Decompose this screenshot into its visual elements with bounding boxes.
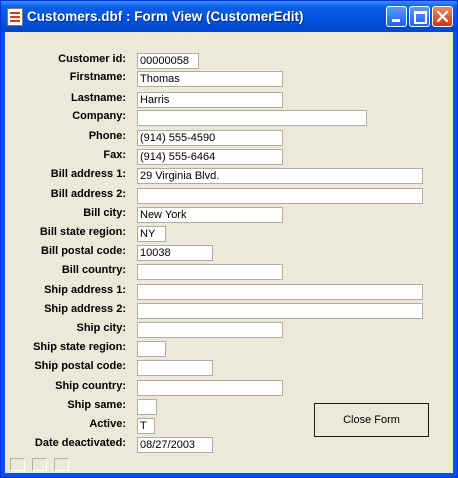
ship-country-field[interactable] [137, 380, 283, 396]
close-icon [436, 10, 449, 23]
label-bill-state-region: Bill state region: [39, 226, 126, 238]
label-ship-state-region: Ship state region: [33, 341, 126, 353]
label-ship-address-2: Ship address 2: [44, 303, 126, 315]
label-ship-address-1: Ship address 1: [44, 284, 126, 296]
close-window-button[interactable] [432, 6, 453, 27]
label-bill-city: Bill city: [83, 207, 126, 219]
fax-field[interactable]: (914) 555-6464 [137, 149, 283, 165]
bill-address-1-field[interactable]: 29 Virginia Blvd. [137, 168, 423, 184]
label-bill-address-2: Bill address 2: [50, 188, 126, 200]
ship-postal-code-field[interactable] [137, 360, 213, 376]
customer-id-field[interactable]: 00000058 [137, 53, 199, 69]
bill-state-region-field[interactable]: NY [137, 226, 166, 242]
active-field[interactable]: T [137, 418, 155, 434]
phone-field[interactable]: (914) 555-4590 [137, 130, 283, 146]
bill-address-2-field[interactable] [137, 188, 423, 204]
label-firstname: Firstname: [69, 71, 126, 83]
label-ship-country: Ship country: [55, 380, 126, 392]
label-bill-address-1: Bill address 1: [50, 168, 126, 180]
label-phone: Phone: [88, 130, 126, 142]
lastname-field[interactable]: Harris [137, 92, 283, 108]
label-date-deactivated: Date deactivated: [34, 437, 126, 449]
status-panel-3 [54, 458, 69, 471]
maximize-button[interactable] [409, 6, 430, 27]
label-bill-country: Bill country: [61, 264, 126, 276]
label-ship-postal-code: Ship postal code: [34, 360, 126, 372]
title-bar[interactable]: Customers.dbf : Form View (CustomerEdit) [1, 1, 457, 32]
label-active: Active: [89, 418, 126, 430]
bill-city-field[interactable]: New York [137, 207, 283, 223]
bill-country-field[interactable] [137, 264, 283, 280]
ship-city-field[interactable] [137, 322, 283, 338]
close-form-button[interactable]: Close Form [314, 403, 429, 437]
ship-state-region-field[interactable] [137, 341, 166, 357]
label-ship-city: Ship city: [76, 322, 126, 334]
form-window: Customers.dbf : Form View (CustomerEdit)… [0, 0, 458, 478]
label-lastname: Lastname: [70, 92, 126, 104]
firstname-field[interactable]: Thomas [137, 71, 283, 87]
date-deactivated-field[interactable]: 08/27/2003 [137, 437, 213, 453]
status-panel-2 [32, 458, 47, 471]
ship-address-2-field[interactable] [137, 303, 423, 319]
status-panel-1 [10, 458, 25, 471]
minimize-button[interactable] [386, 6, 407, 27]
label-fax: Fax: [103, 149, 126, 161]
label-company: Company: [72, 110, 126, 122]
label-ship-same: Ship same: [67, 399, 126, 411]
bill-postal-code-field[interactable]: 10038 [137, 245, 213, 261]
document-icon[interactable] [7, 8, 23, 26]
window-title: Customers.dbf : Form View (CustomerEdit) [27, 9, 304, 24]
ship-address-1-field[interactable] [137, 284, 423, 300]
label-customer-id: Customer id: [58, 53, 126, 65]
company-field[interactable] [137, 110, 367, 126]
label-bill-postal-code: Bill postal code: [41, 245, 126, 257]
form-body: Customer id: 00000058 Firstname: Thomas … [5, 32, 453, 473]
ship-same-field[interactable] [137, 399, 157, 415]
